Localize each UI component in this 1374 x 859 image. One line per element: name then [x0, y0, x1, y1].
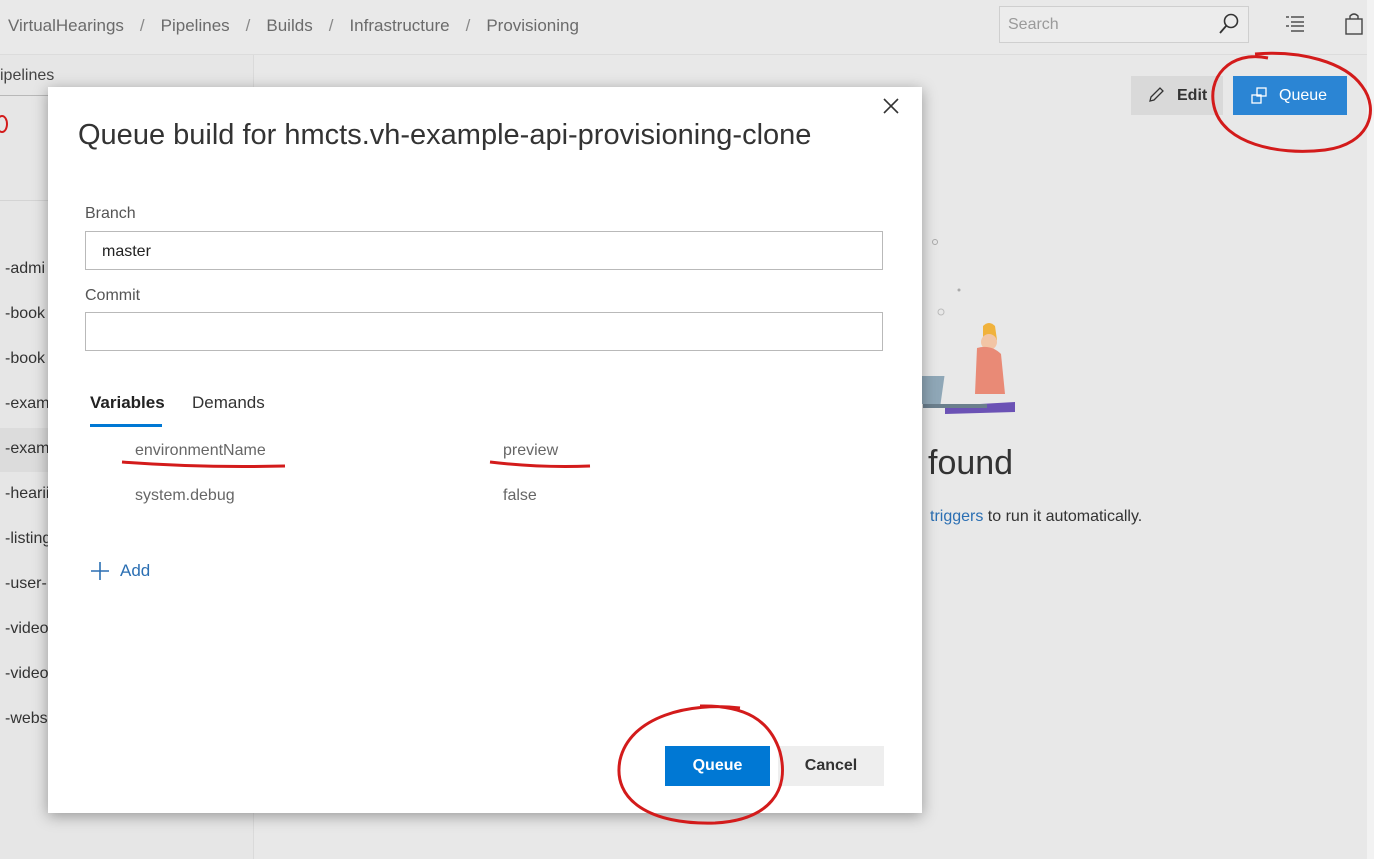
empty-state-heading: found: [928, 444, 1014, 482]
sidebar-title: ipelines: [0, 67, 55, 84]
sidebar-item[interactable]: -admi: [5, 260, 45, 278]
cancel-button[interactable]: Cancel: [778, 746, 884, 786]
variable-name[interactable]: system.debug: [135, 487, 235, 505]
sidebar-item[interactable]: -listing: [5, 530, 51, 548]
breadcrumb-item-infrastructure[interactable]: Infrastructure: [349, 16, 449, 36]
commit-field[interactable]: [85, 312, 883, 351]
queue-button-toolbar[interactable]: Queue: [1233, 76, 1347, 115]
search-placeholder: Search: [1008, 16, 1059, 33]
queue-build-dialog: Queue build for hmcts.vh-example-api-pro…: [48, 87, 922, 813]
variable-value[interactable]: false: [503, 487, 537, 505]
breadcrumb: VirtualHearings / Pipelines / Builds / I…: [8, 16, 579, 36]
shopping-bag-icon[interactable]: [1343, 12, 1365, 36]
sidebar-item[interactable]: -user-: [5, 575, 47, 593]
queue-icon: [1251, 87, 1267, 104]
empty-state-subtext: triggers to run it automatically.: [930, 508, 1142, 526]
sidebar-item-label: -exam: [5, 440, 50, 457]
pencil-icon: [1149, 87, 1164, 102]
sidebar-item[interactable]: -exam: [5, 395, 49, 413]
commit-label: Commit: [85, 287, 141, 304]
annotation-mark: [0, 115, 8, 133]
sidebar-item[interactable]: -hearii: [5, 485, 49, 503]
tab-demands[interactable]: Demands: [192, 393, 265, 413]
add-variable-button[interactable]: Add: [90, 561, 150, 581]
breadcrumb-separator: /: [139, 16, 145, 35]
branch-label: Branch: [85, 205, 136, 222]
breadcrumb-item-virtualhearings[interactable]: VirtualHearings: [8, 16, 124, 36]
variable-name[interactable]: environmentName: [135, 442, 266, 460]
active-tab-indicator: [90, 424, 162, 427]
sidebar-item[interactable]: -video: [5, 665, 49, 683]
task-list-icon[interactable]: [1284, 12, 1306, 36]
dialog-title: Queue build for hmcts.vh-example-api-pro…: [78, 119, 812, 151]
close-icon[interactable]: [882, 97, 900, 115]
scrollbar[interactable]: [1367, 0, 1374, 859]
triggers-link[interactable]: triggers: [930, 508, 983, 525]
breadcrumb-separator: /: [245, 16, 251, 35]
search-icon[interactable]: [1218, 13, 1240, 35]
sidebar-item[interactable]: -video: [5, 620, 49, 638]
variable-value[interactable]: preview: [503, 442, 558, 460]
breadcrumb-item-provisioning[interactable]: Provisioning: [486, 16, 579, 36]
queue-button[interactable]: Queue: [665, 746, 770, 786]
tab-variables[interactable]: Variables: [90, 393, 165, 413]
breadcrumb-separator: /: [328, 16, 334, 35]
breadcrumb-separator: /: [465, 16, 471, 35]
sidebar-item[interactable]: -book: [5, 350, 45, 368]
search-input[interactable]: Search: [999, 6, 1249, 43]
breadcrumb-item-builds[interactable]: Builds: [266, 16, 312, 36]
add-variable-label: Add: [120, 561, 151, 580]
empty-state-subtext-rest: to run it automatically.: [983, 508, 1143, 525]
top-bar: VirtualHearings / Pipelines / Builds / I…: [0, 0, 1374, 55]
branch-field[interactable]: master: [85, 231, 883, 270]
breadcrumb-item-pipelines[interactable]: Pipelines: [161, 16, 230, 36]
sidebar-item[interactable]: -book: [5, 305, 45, 323]
edit-button[interactable]: Edit: [1131, 76, 1223, 115]
queue-button-toolbar-label: Queue: [1279, 87, 1328, 104]
plus-icon: [91, 562, 109, 580]
empty-state-illustration: [915, 239, 1015, 414]
edit-button-label: Edit: [1177, 87, 1208, 104]
sidebar-item[interactable]: -websi: [5, 710, 51, 728]
